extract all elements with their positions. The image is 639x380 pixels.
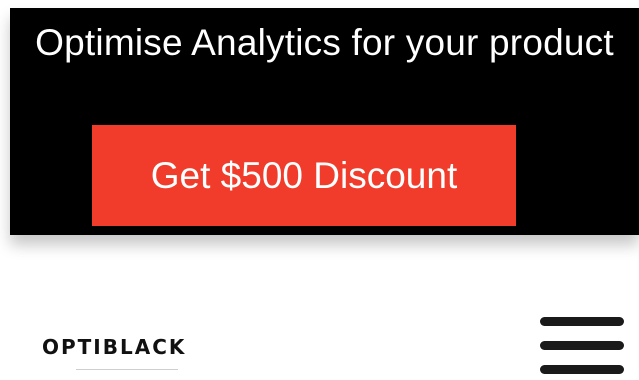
menu-icon-bar [540,341,624,350]
hamburger-menu-button[interactable] [540,315,624,377]
logo-underline [76,369,178,370]
menu-icon-bar [540,365,624,374]
get-discount-button[interactable]: Get $500 Discount [92,125,516,226]
promo-banner: Optimise Analytics for your product Get … [10,8,639,235]
brand-logo[interactable]: OPTIBLACK [42,335,186,359]
promo-title: Optimise Analytics for your product [35,22,614,63]
menu-icon-bar [540,317,624,326]
